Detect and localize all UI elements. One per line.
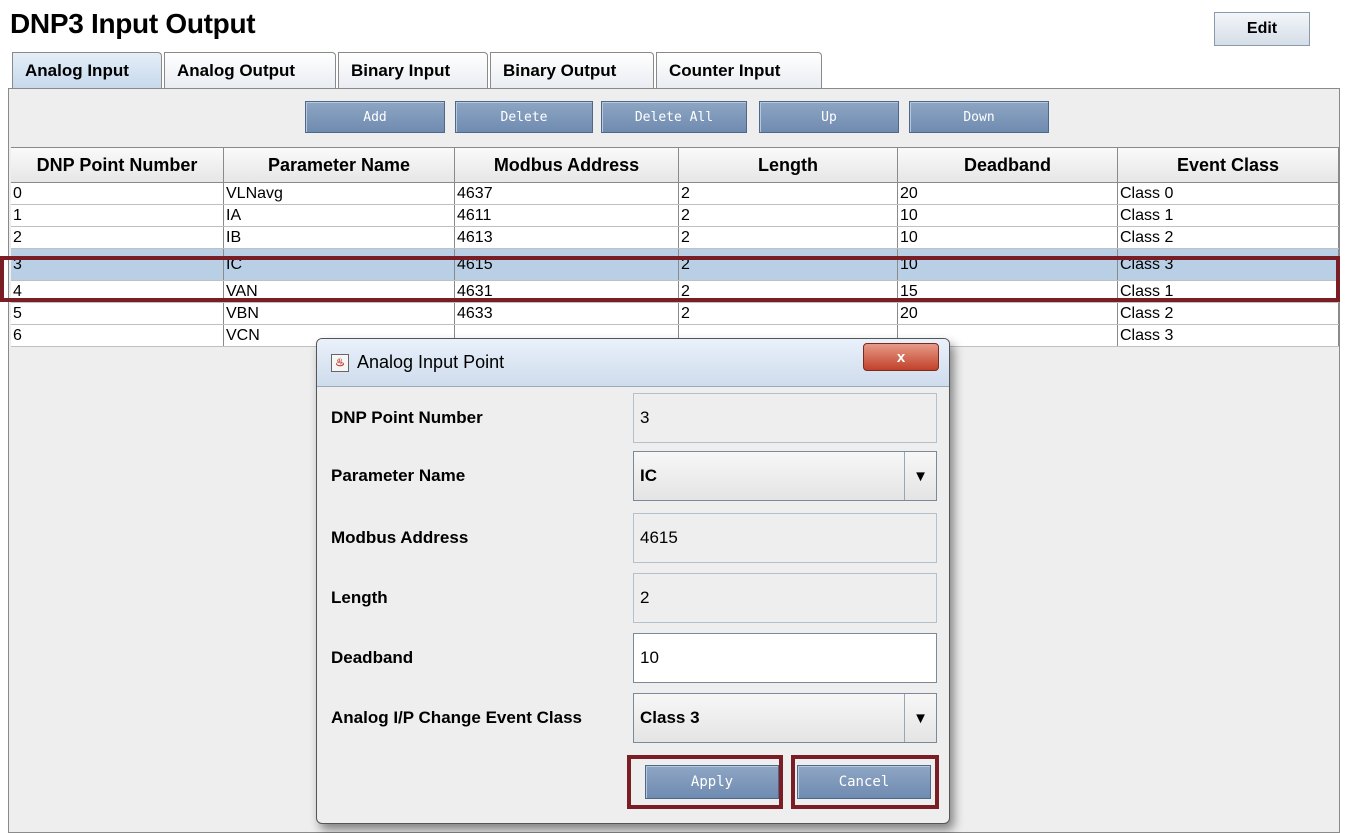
- up-button[interactable]: Up: [759, 101, 899, 133]
- table-row[interactable]: 4 VAN 4631 2 15 Class 1: [11, 281, 1339, 303]
- deadband-input[interactable]: 10: [633, 633, 937, 683]
- table-cell: 6: [11, 325, 224, 346]
- field-label: Length: [331, 588, 388, 607]
- table-row[interactable]: 5 VBN 4633 2 20 Class 2: [11, 303, 1339, 325]
- column-header[interactable]: Parameter Name: [224, 148, 455, 182]
- field-label: Parameter Name: [331, 466, 466, 485]
- table-cell: Class 1: [1118, 205, 1339, 226]
- table-cell: 2: [679, 281, 898, 302]
- column-header[interactable]: Modbus Address: [455, 148, 679, 182]
- edit-button[interactable]: Edit: [1214, 12, 1310, 46]
- tab-analog-input[interactable]: Analog Input: [12, 52, 162, 88]
- table-cell: 20: [898, 303, 1118, 324]
- field-parameter-name: Parameter Name IC ▼: [331, 451, 937, 501]
- table-cell: 4637: [455, 183, 679, 204]
- table-cell: 4613: [455, 227, 679, 248]
- analog-input-point-dialog: ♨ Analog Input Point x DNP Point Number …: [316, 338, 950, 824]
- dialog-title-bar[interactable]: ♨ Analog Input Point: [317, 339, 949, 387]
- table-cell: IB: [224, 227, 455, 248]
- dnp-point-number-field: 3: [633, 393, 937, 443]
- table-cell: 2: [11, 227, 224, 248]
- points-table: DNP Point Number Parameter Name Modbus A…: [11, 147, 1339, 347]
- table-cell: 5: [11, 303, 224, 324]
- apply-button[interactable]: Apply: [645, 765, 779, 799]
- table-cell: VBN: [224, 303, 455, 324]
- table-row[interactable]: 1 IA 4611 2 10 Class 1: [11, 205, 1339, 227]
- tab-counter-input[interactable]: Counter Input: [656, 52, 822, 88]
- field-deadband: Deadband 10: [331, 633, 937, 683]
- table-cell: 4633: [455, 303, 679, 324]
- table-cell: 1: [11, 205, 224, 226]
- column-header[interactable]: DNP Point Number: [11, 148, 224, 182]
- down-button[interactable]: Down: [909, 101, 1049, 133]
- table-row[interactable]: 0 VLNavg 4637 2 20 Class 0: [11, 183, 1339, 205]
- table-body: 0 VLNavg 4637 2 20 Class 0 1 IA 4611 2 1…: [11, 183, 1339, 347]
- field-modbus-address: Modbus Address 4615: [331, 513, 937, 563]
- table-cell: 4611: [455, 205, 679, 226]
- close-button[interactable]: x: [863, 343, 939, 371]
- field-dnp-point-number: DNP Point Number 3: [331, 393, 937, 443]
- table-cell: VLNavg: [224, 183, 455, 204]
- event-class-value: Class 3: [640, 708, 700, 727]
- table-cell: VAN: [224, 281, 455, 302]
- table-cell: 15: [898, 281, 1118, 302]
- table-cell: Class 2: [1118, 227, 1339, 248]
- table-cell: 0: [11, 183, 224, 204]
- table-cell: 2: [679, 249, 898, 280]
- table-cell: Class 0: [1118, 183, 1339, 204]
- table-cell: 10: [898, 227, 1118, 248]
- column-header[interactable]: Deadband: [898, 148, 1118, 182]
- field-label: DNP Point Number: [331, 408, 483, 427]
- table-cell: Class 1: [1118, 281, 1339, 302]
- table-cell: 2: [679, 303, 898, 324]
- table-cell: 4615: [455, 249, 679, 280]
- field-label: Deadband: [331, 648, 414, 667]
- table-cell: 2: [679, 183, 898, 204]
- delete-all-button[interactable]: Delete All: [601, 101, 747, 133]
- add-button[interactable]: Add: [305, 101, 445, 133]
- table-row-selected[interactable]: 3 IC 4615 2 10 Class 3: [11, 249, 1339, 281]
- dialog-title: Analog Input Point: [357, 352, 505, 372]
- field-event-class: Analog I/P Change Event Class Class 3 ▼: [331, 693, 937, 743]
- table-cell: 4: [11, 281, 224, 302]
- table-cell: Class 2: [1118, 303, 1339, 324]
- parameter-name-value: IC: [640, 466, 657, 485]
- column-header[interactable]: Event Class: [1118, 148, 1339, 182]
- column-header[interactable]: Length: [679, 148, 898, 182]
- table-cell: 3: [11, 249, 224, 280]
- tab-binary-output[interactable]: Binary Output: [490, 52, 654, 88]
- chevron-down-icon[interactable]: ▼: [904, 452, 936, 500]
- tab-bar: Analog Input Analog Output Binary Input …: [12, 52, 824, 88]
- delete-button[interactable]: Delete: [455, 101, 593, 133]
- java-app-icon: ♨: [331, 353, 349, 372]
- field-length: Length 2: [331, 573, 937, 623]
- tab-binary-input[interactable]: Binary Input: [338, 52, 488, 88]
- table-cell: IC: [224, 249, 455, 280]
- table-cell: IA: [224, 205, 455, 226]
- page-title: DNP3 Input Output: [10, 8, 256, 39]
- length-field: 2: [633, 573, 937, 623]
- parameter-name-select[interactable]: IC ▼: [633, 451, 937, 501]
- table-cell: Class 3: [1118, 249, 1339, 280]
- cancel-button[interactable]: Cancel: [797, 765, 931, 799]
- table-header: DNP Point Number Parameter Name Modbus A…: [11, 147, 1339, 183]
- tab-analog-output[interactable]: Analog Output: [164, 52, 336, 88]
- modbus-address-field: 4615: [633, 513, 937, 563]
- table-cell: 20: [898, 183, 1118, 204]
- toolbar: Add Delete Delete All Up Down: [9, 101, 1339, 135]
- table-cell: 2: [679, 205, 898, 226]
- table-cell: 10: [898, 249, 1118, 280]
- field-label: Analog I/P Change Event Class: [331, 708, 582, 727]
- event-class-select[interactable]: Class 3 ▼: [633, 693, 937, 743]
- chevron-down-icon[interactable]: ▼: [904, 694, 936, 742]
- table-cell: Class 3: [1118, 325, 1339, 346]
- table-row[interactable]: 2 IB 4613 2 10 Class 2: [11, 227, 1339, 249]
- table-cell: 2: [679, 227, 898, 248]
- table-cell: 10: [898, 205, 1118, 226]
- table-cell: 4631: [455, 281, 679, 302]
- field-label: Modbus Address: [331, 528, 469, 547]
